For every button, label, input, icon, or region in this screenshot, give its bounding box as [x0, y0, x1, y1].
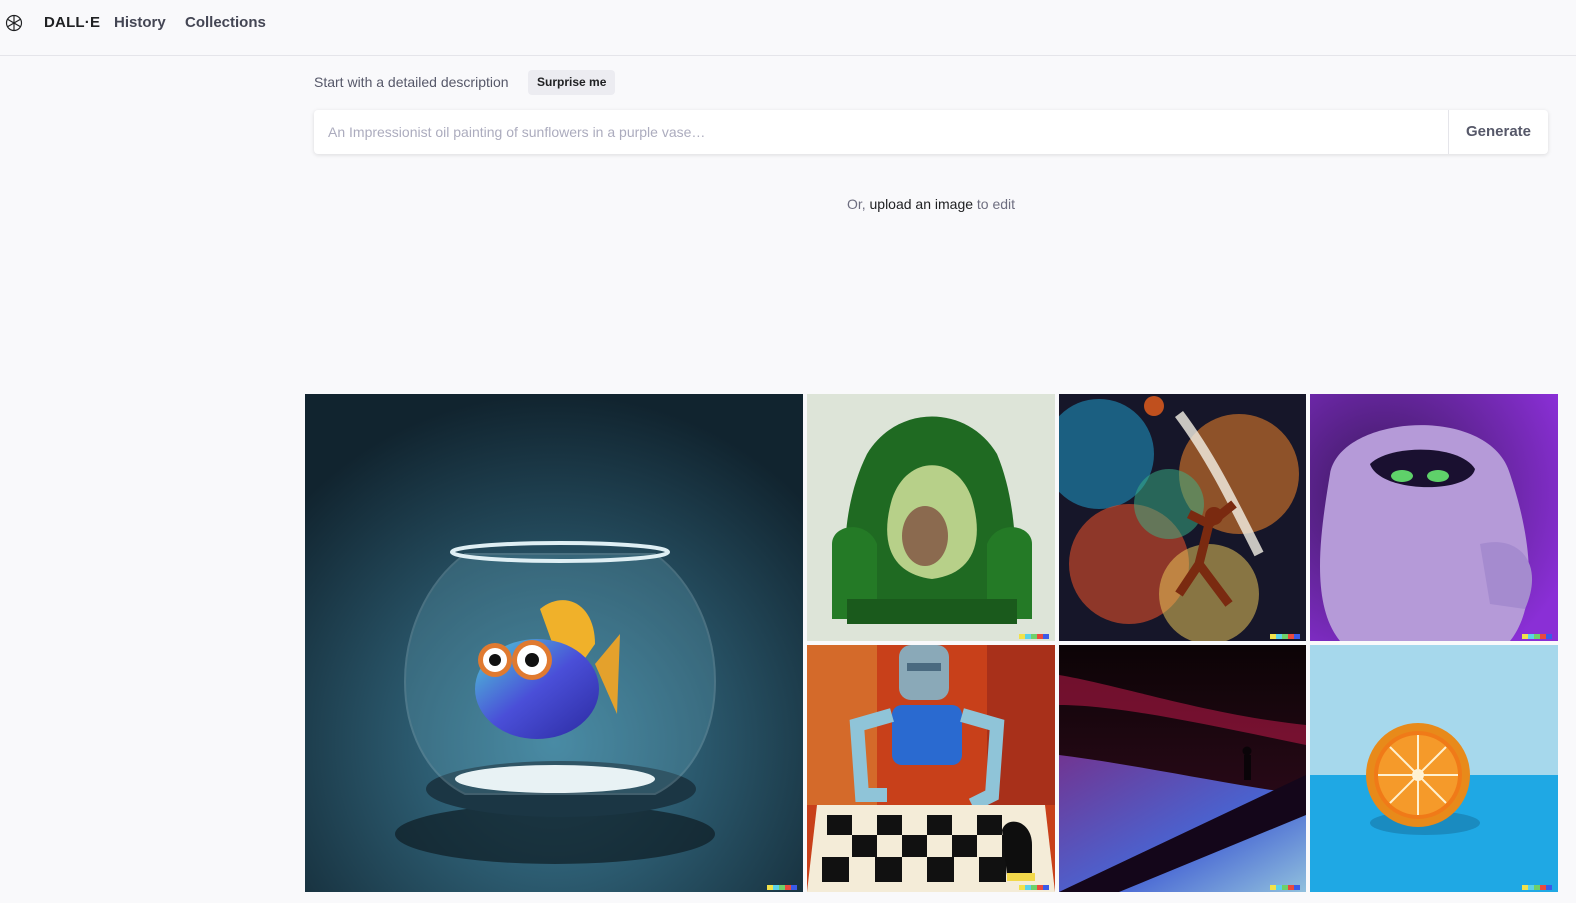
upload-image-link[interactable]: upload an image — [870, 196, 974, 212]
image-signature — [1522, 885, 1552, 890]
gallery-tile-monster[interactable] — [1310, 394, 1558, 641]
robot-playing-chess-image — [807, 645, 1055, 892]
surprise-me-button[interactable]: Surprise me — [528, 70, 616, 95]
upload-prefix: Or, — [846, 196, 870, 212]
brand-title[interactable]: DALL·E — [44, 14, 100, 31]
gallery-tile-robot-chess[interactable] — [807, 645, 1055, 892]
openai-logo-icon[interactable] — [4, 13, 24, 33]
image-signature — [1270, 634, 1300, 639]
upload-suffix: to edit — [973, 196, 1016, 212]
upload-line: Or, upload an image to edit — [0, 196, 1576, 212]
prompt-label: Start with a detailed description — [314, 74, 509, 90]
gallery-tile-avocado-chair[interactable] — [807, 394, 1055, 641]
generate-button[interactable]: Generate — [1448, 110, 1548, 154]
prompt-input[interactable] — [314, 110, 1448, 154]
nav-history[interactable]: History — [114, 14, 166, 31]
image-signature — [1522, 634, 1552, 639]
purple-furry-monster-image — [1310, 394, 1558, 641]
gallery-tile-dune[interactable] — [1059, 645, 1306, 892]
image-signature — [767, 885, 797, 890]
avocado-armchair-image — [807, 394, 1055, 641]
image-signature — [1019, 885, 1049, 890]
fish-in-fishbowl-image — [305, 394, 803, 892]
gallery-tile-cosmic[interactable] — [1059, 394, 1306, 641]
image-signature — [1019, 634, 1049, 639]
top-bar: DALL·E History Collections — [0, 0, 1576, 56]
gallery-tile-orange[interactable] — [1310, 645, 1558, 892]
nav-collections[interactable]: Collections — [185, 14, 266, 31]
prompt-box: Generate — [314, 110, 1548, 154]
cosmic-basketball-player-image — [1059, 394, 1306, 641]
gallery-tile-fishbowl[interactable] — [305, 394, 803, 892]
orange-half-image — [1310, 645, 1558, 892]
figure-on-dune-image — [1059, 645, 1306, 892]
image-signature — [1270, 885, 1300, 890]
